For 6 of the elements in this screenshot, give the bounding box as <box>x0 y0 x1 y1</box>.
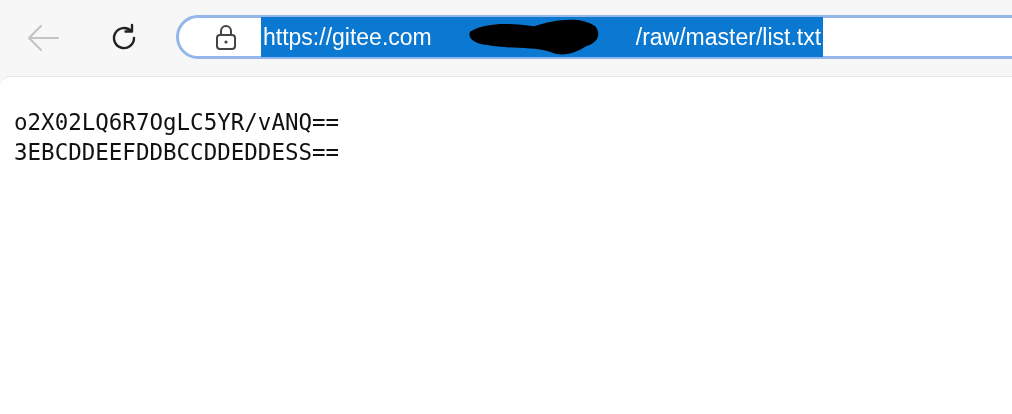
text-line: 3EBCDDEEFDDBCCDDEDDESS== <box>14 138 340 167</box>
url-text[interactable]: https://gitee.com /raw/master/list.txt <box>261 17 824 57</box>
text-line: o2X02LQ6R7OgLC5YR/vANQ== <box>14 108 340 137</box>
address-bar[interactable]: https://gitee.com /raw/master/list.txt <box>176 15 1012 59</box>
back-arrow-icon <box>26 23 60 53</box>
lock-icon <box>215 23 237 51</box>
